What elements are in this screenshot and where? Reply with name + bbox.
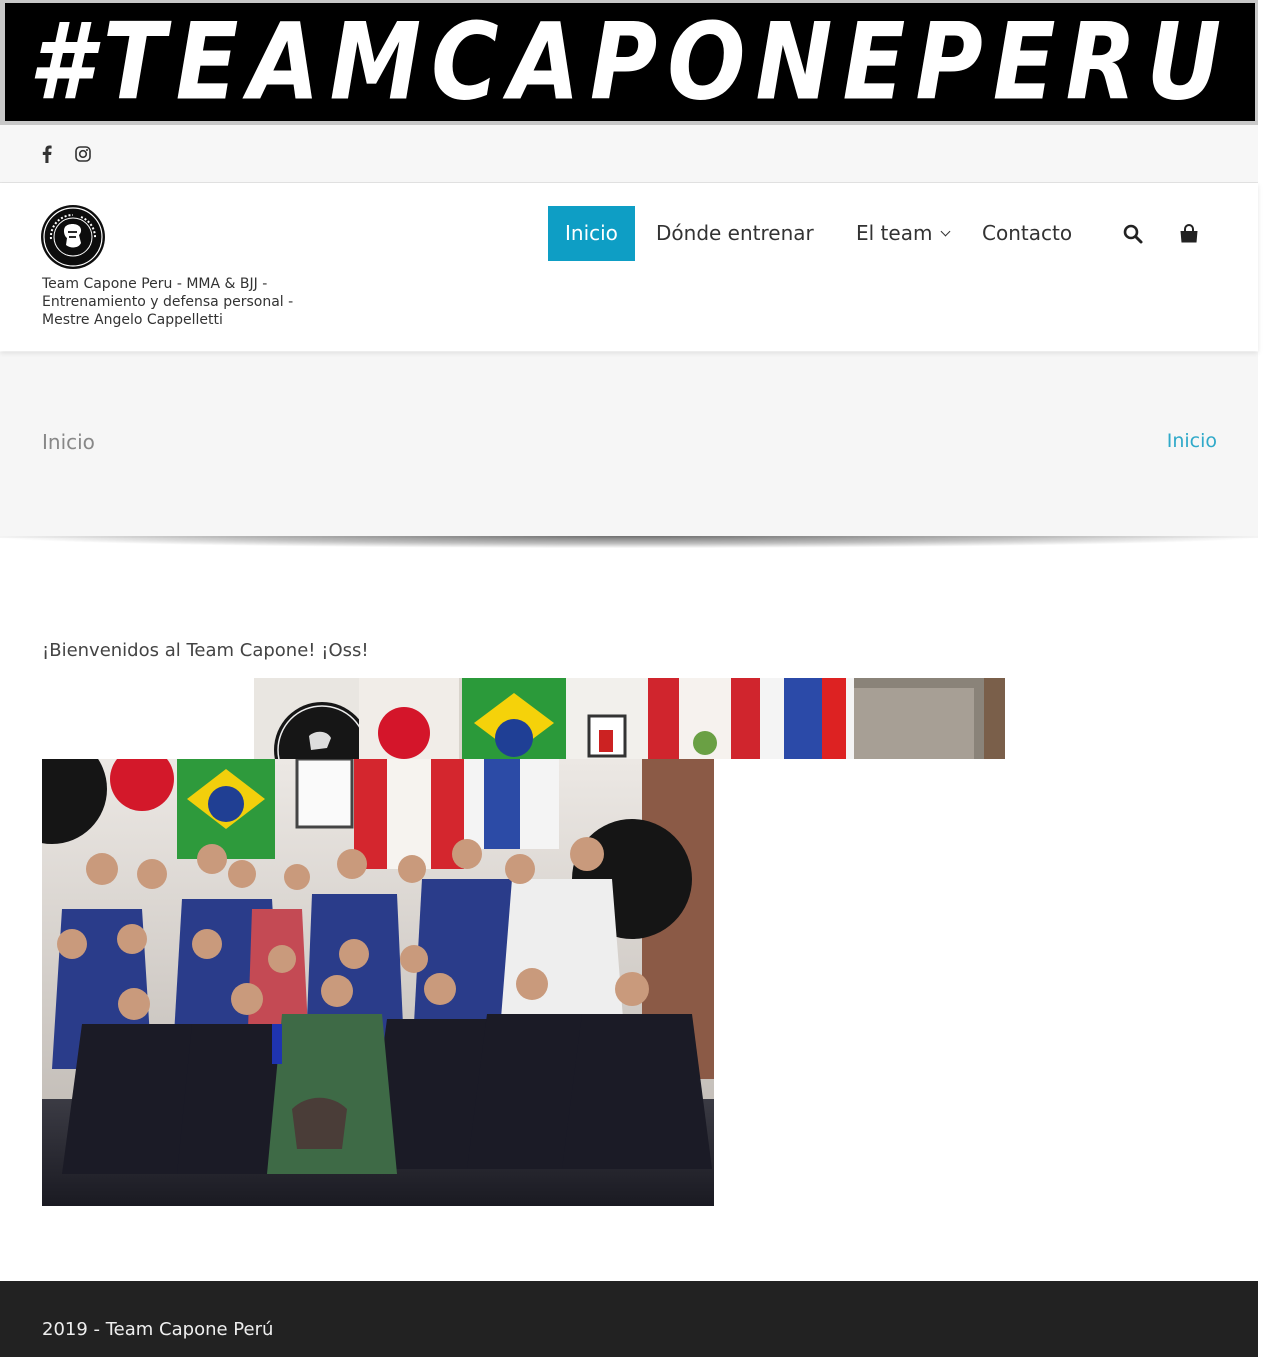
- nav-label: El team: [856, 221, 933, 245]
- page-title: Inicio: [42, 430, 95, 454]
- nav-item-inicio[interactable]: Inicio: [548, 206, 635, 261]
- nav-label: Contacto: [982, 221, 1073, 245]
- nav-item-donde-entrenar[interactable]: Dónde entrenar: [639, 206, 831, 261]
- facebook-icon[interactable]: [37, 144, 57, 164]
- banner-image: #TEAMCAPONEPERU: [5, 3, 1255, 121]
- search-icon[interactable]: [1122, 223, 1144, 245]
- banner-text: #TEAMCAPONEPERU: [28, 3, 1232, 121]
- nav-item-contacto[interactable]: Contacto: [965, 206, 1089, 261]
- site-logo[interactable]: [41, 205, 105, 269]
- instagram-icon[interactable]: [73, 144, 93, 164]
- nav-item-el-team[interactable]: El team: [839, 206, 966, 261]
- team-photo: [42, 759, 714, 1206]
- team-photo-strip: [254, 678, 1005, 759]
- breadcrumb[interactable]: Inicio: [1167, 430, 1217, 452]
- nav-label: Dónde entrenar: [656, 221, 814, 245]
- chevron-down-icon: [940, 226, 951, 237]
- site-tagline: Team Capone Peru - MMA & BJJ - Entrenami…: [42, 276, 294, 328]
- footer-copyright: 2019 - Team Capone Perú: [42, 1319, 274, 1340]
- header-banner: #TEAMCAPONEPERU: [0, 0, 1258, 125]
- site-header: Team Capone Peru - MMA & BJJ - Entrenami…: [0, 183, 1258, 351]
- title-bar-shadow: [0, 536, 1258, 548]
- page-title-bar: [0, 352, 1258, 538]
- welcome-text: ¡Bienvenidos al Team Capone! ¡Oss!: [42, 640, 369, 661]
- shopping-bag-icon[interactable]: [1178, 223, 1200, 245]
- top-bar: [0, 125, 1258, 183]
- nav-label: Inicio: [565, 221, 618, 245]
